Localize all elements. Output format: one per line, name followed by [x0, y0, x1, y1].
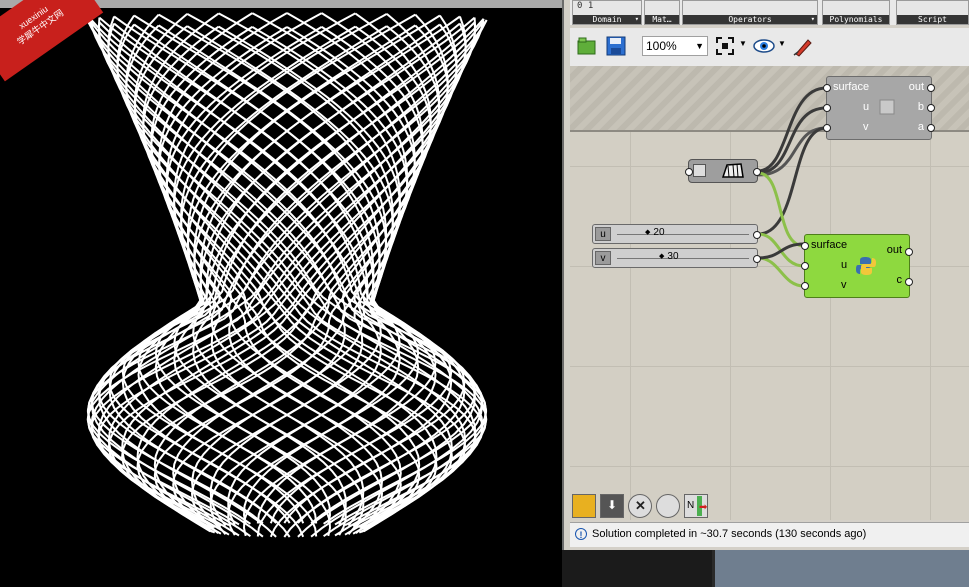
preview-filter-icon[interactable] — [572, 494, 596, 518]
ribbon-expand-icon[interactable]: ▾ — [635, 15, 639, 24]
ribbon-group-script[interactable]: Script — [896, 0, 969, 25]
window-bottom-panel — [712, 550, 969, 587]
python-input-surface[interactable]: surface — [811, 239, 847, 251]
port-pin[interactable] — [823, 124, 831, 132]
param-tag-icon — [693, 164, 706, 177]
zoom-dropdown-icon[interactable]: ▼ — [695, 37, 704, 55]
lattice-strand — [121, 22, 461, 524]
grasshopper-window: 0 1 Domain ▾ Mat… Operators ▾ Polynomials … — [562, 0, 969, 587]
status-bar: ! Solution completed in ~30.7 seconds (1… — [570, 522, 969, 547]
rhino-viewport[interactable]: xuexiniu 学犀牛中文网 — [0, 0, 562, 587]
port-pin[interactable] — [823, 104, 831, 112]
gray-output-b[interactable]: b — [918, 101, 924, 113]
wire-display-icon[interactable] — [656, 494, 680, 518]
slider-v[interactable]: v 30 — [592, 248, 761, 268]
port-pin[interactable] — [801, 242, 809, 250]
hyperboloid-lattice — [86, 12, 488, 538]
ribbon-expand-icon[interactable]: ▾ — [811, 15, 815, 24]
port-pin[interactable] — [753, 231, 761, 239]
canvas-bottom-toolbar: ⬇ ✕ N ➡ — [570, 490, 720, 520]
port-pin[interactable] — [905, 248, 913, 256]
port-pin[interactable] — [801, 282, 809, 290]
wire-v-to-python-dark — [757, 242, 805, 260]
port-pin[interactable] — [823, 84, 831, 92]
ribbon-group-polynomials[interactable]: Polynomials — [822, 0, 890, 25]
python-script-component[interactable]: surface u v out c — [801, 234, 913, 298]
python-input-u[interactable]: u — [841, 259, 847, 271]
solver-icon[interactable]: N ➡ — [684, 494, 708, 518]
info-icon: ! — [575, 528, 587, 540]
ribbon-label-polynomials: Polynomials — [829, 15, 883, 24]
slider-track[interactable] — [617, 234, 749, 235]
ribbon-domain-icons: 0 1 — [577, 1, 594, 11]
ribbon-label-matrix: Mat… — [652, 15, 672, 24]
gray-surface-component[interactable]: surface u v out b a — [823, 76, 935, 140]
port-pin[interactable] — [927, 104, 935, 112]
window-bottom-edge — [562, 550, 969, 587]
bake-icon[interactable]: ⬇ — [600, 494, 624, 518]
wire-v-to-python — [757, 256, 805, 288]
lattice-strand — [113, 22, 453, 524]
python-logo-icon — [856, 257, 876, 275]
ribbon-group-matrix[interactable]: Mat… — [644, 0, 680, 25]
zoom-extents-dropdown-icon[interactable]: ▼ — [739, 39, 747, 48]
slider-v-tag: v — [595, 251, 611, 265]
port-pin[interactable] — [905, 278, 913, 286]
component-ribbon: 0 1 Domain ▾ Mat… Operators ▾ Polynomials … — [570, 0, 969, 25]
slider-u-value[interactable]: 20 — [645, 227, 664, 238]
port-pin[interactable] — [753, 168, 761, 176]
preview-dropdown-icon[interactable]: ▼ — [778, 39, 786, 48]
surface-param-icon — [721, 163, 744, 178]
eye-preview-icon[interactable] — [753, 35, 775, 57]
ribbon-label-script: Script — [918, 15, 947, 24]
gray-output-a[interactable]: a — [918, 121, 924, 133]
zoom-level-field[interactable]: 100% ▼ — [642, 36, 708, 56]
gray-input-surface[interactable]: surface — [833, 81, 869, 93]
canvas-toolbar: 100% ▼ ▼ ▼ — [570, 28, 969, 67]
ribbon-label-operators: Operators — [728, 15, 772, 24]
ribbon-label-domain: Domain — [592, 15, 622, 24]
port-pin[interactable] — [927, 124, 935, 132]
surface-parameter[interactable] — [685, 159, 761, 183]
python-input-v[interactable]: v — [841, 279, 847, 291]
status-message: Solution completed in ~30.7 seconds (130… — [592, 528, 867, 540]
zoom-extents-icon[interactable] — [714, 35, 736, 57]
port-pin[interactable] — [753, 255, 761, 263]
lattice-strand — [98, 21, 466, 524]
lattice-strand — [108, 21, 476, 524]
component-icon — [879, 99, 895, 115]
ribbon-group-domain[interactable]: 0 1 Domain ▾ — [572, 0, 642, 25]
port-pin[interactable] — [685, 168, 693, 176]
zoom-value: 100% — [646, 39, 677, 53]
pen-sketch-icon[interactable] — [792, 35, 814, 57]
disable-icon[interactable]: ✕ — [628, 494, 652, 518]
gray-output-out[interactable]: out — [909, 81, 924, 93]
node-canvas[interactable]: surface u v out b a u ◆ 20 v ◆ 30 surfac… — [570, 66, 969, 520]
port-pin[interactable] — [927, 84, 935, 92]
python-output-c[interactable]: c — [897, 274, 903, 286]
wire-u-to-gray — [757, 126, 827, 236]
gray-input-u[interactable]: u — [863, 101, 869, 113]
slider-u[interactable]: u 20 — [592, 224, 761, 244]
gray-input-v[interactable]: v — [863, 121, 869, 133]
save-disk-icon[interactable] — [605, 35, 627, 57]
slider-v-value[interactable]: 30 — [659, 251, 678, 262]
slider-track[interactable] — [617, 258, 749, 259]
ribbon-group-operators[interactable]: Operators ▾ — [682, 0, 818, 25]
slider-u-tag: u — [595, 227, 611, 241]
port-pin[interactable] — [801, 262, 809, 270]
open-folder-icon[interactable] — [576, 35, 598, 57]
python-output-out[interactable]: out — [887, 244, 902, 256]
